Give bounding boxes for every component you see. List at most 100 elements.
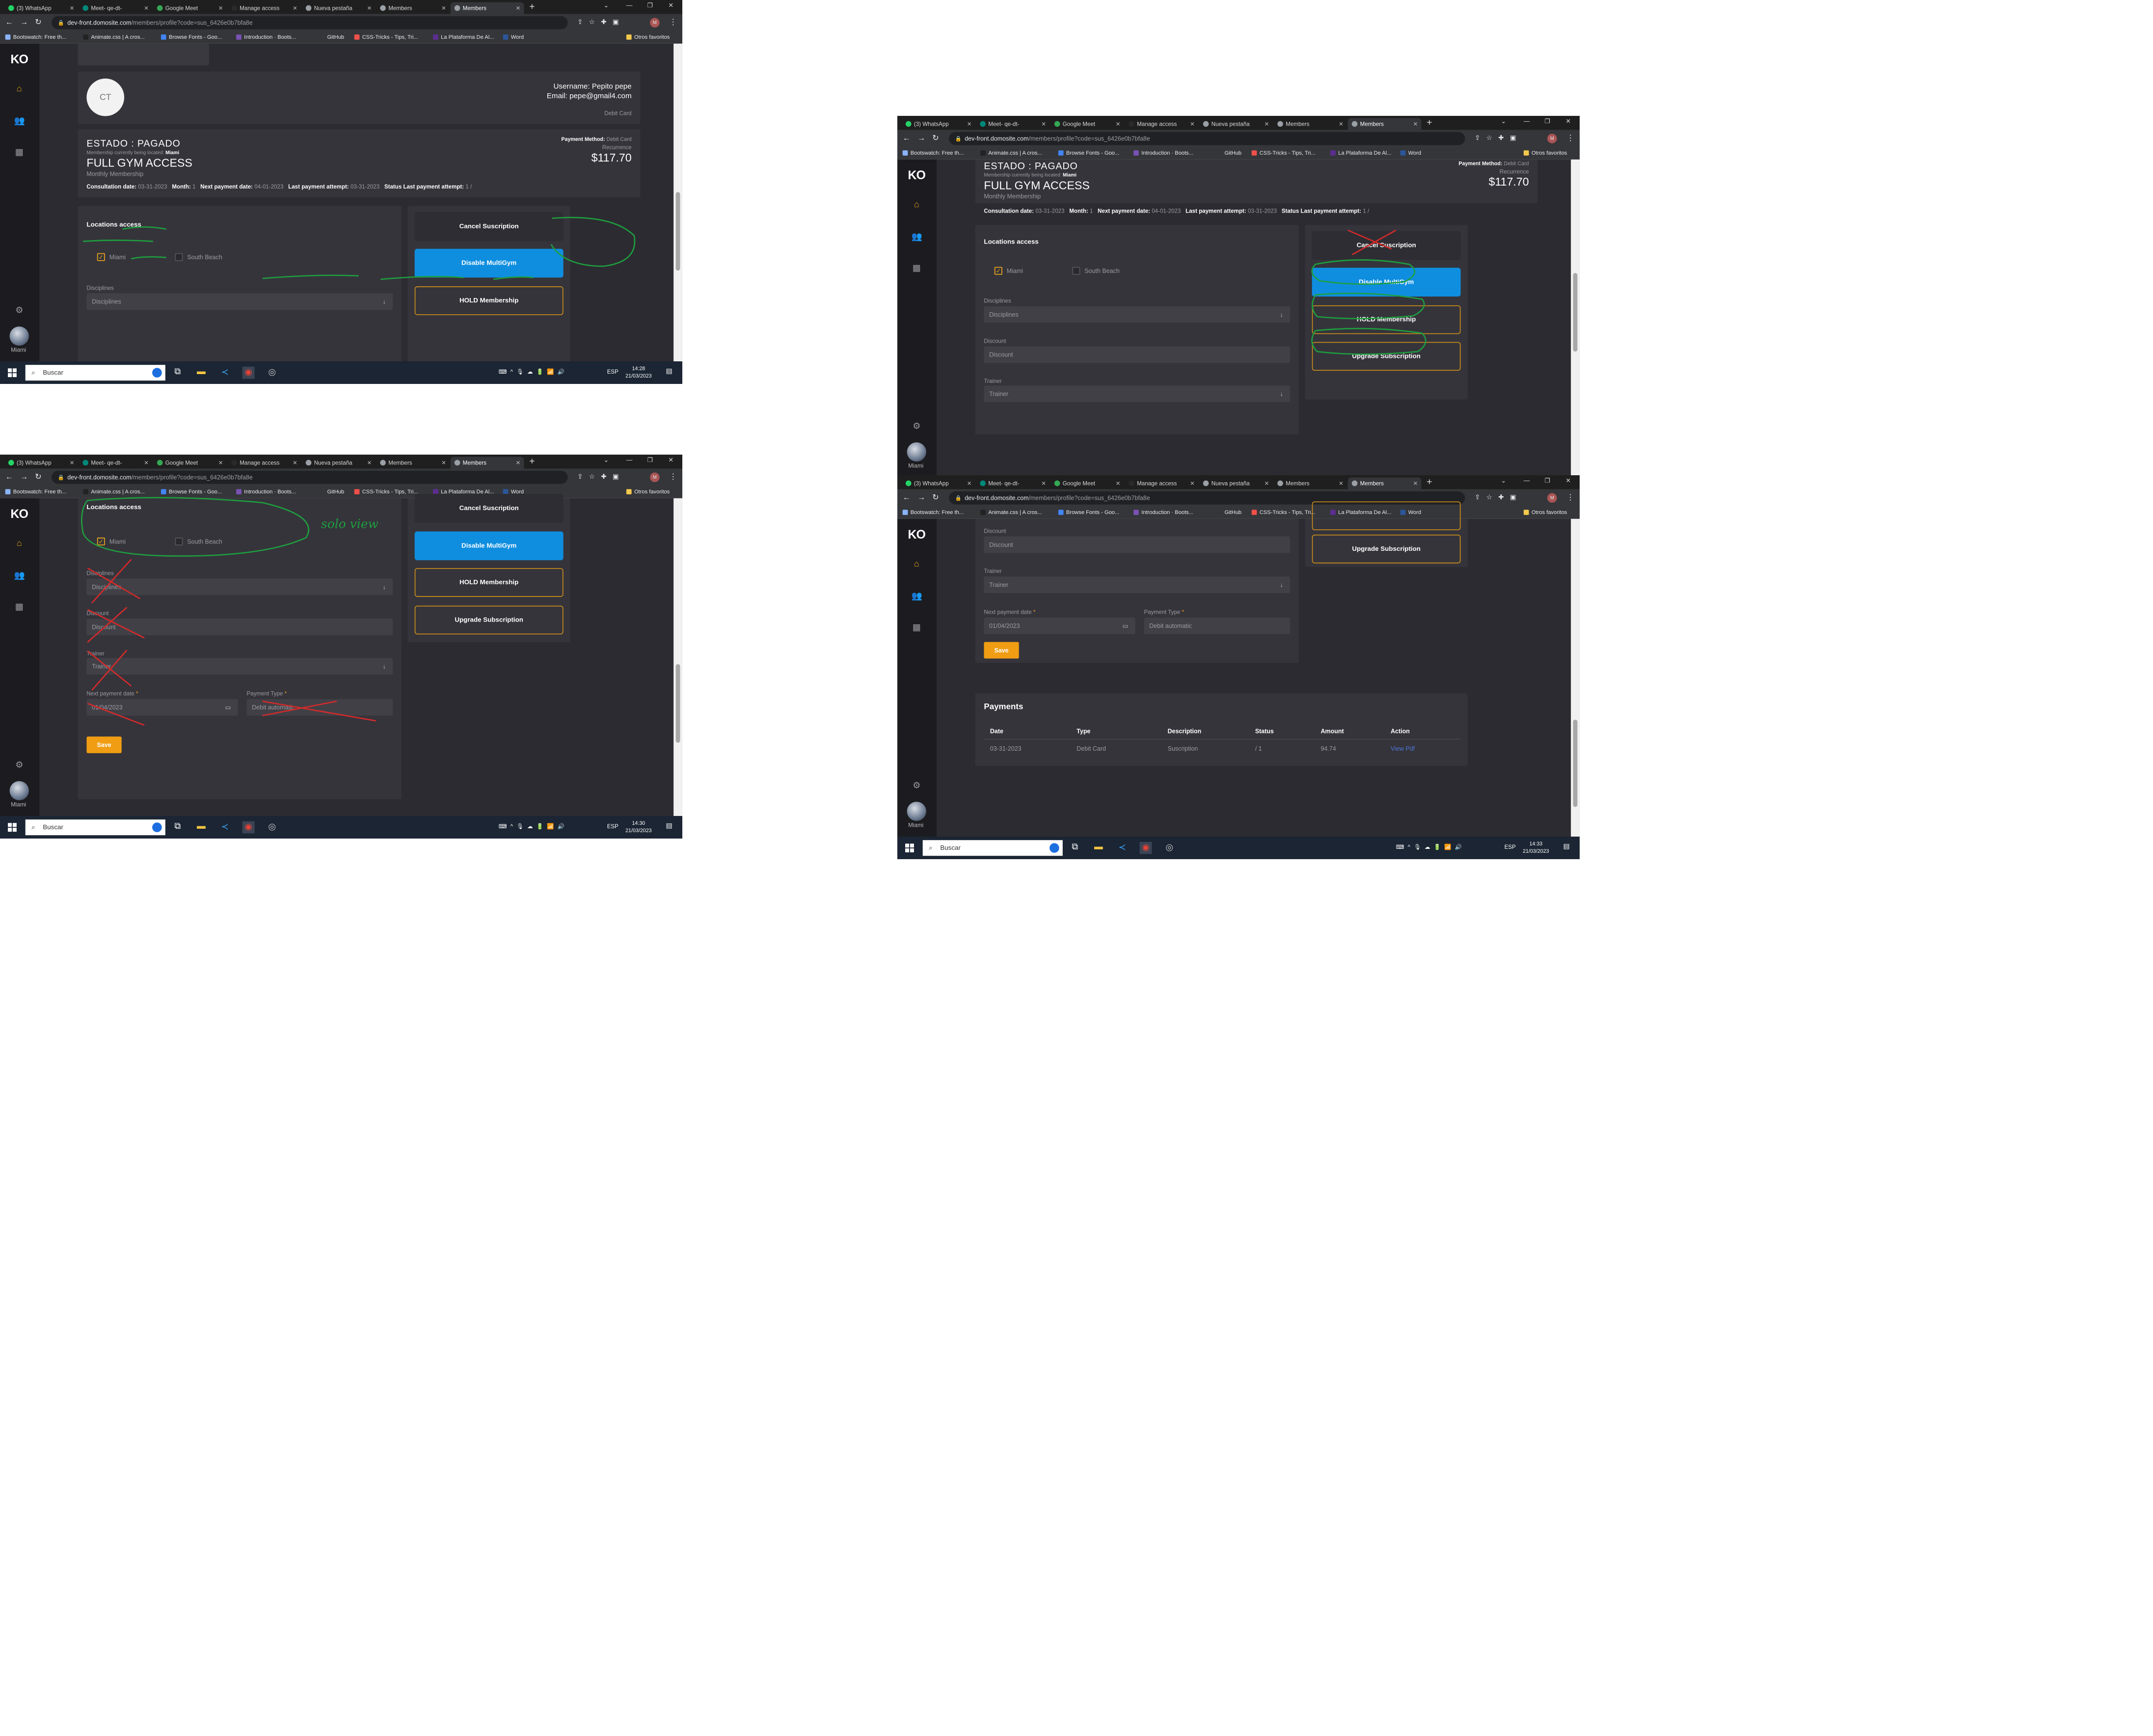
disable-multigym-button[interactable]: Disable MultiGym — [1312, 268, 1461, 297]
home-icon[interactable]: ⌂ — [14, 84, 25, 94]
browser-tab[interactable]: Manage access ✕ — [1125, 118, 1198, 130]
chrome-icon[interactable]: ◉ — [242, 821, 255, 834]
close-icon[interactable]: ✕ — [441, 457, 446, 468]
vscode-icon[interactable]: ≺ — [219, 367, 231, 379]
browser-tab[interactable]: Meet- qe-dt- ✕ — [976, 477, 1050, 489]
new-tab-icon[interactable]: + — [1426, 117, 1432, 128]
bookmark[interactable]: Bootswatch: Free th... — [902, 150, 964, 156]
bookmark[interactable]: GitHub — [1216, 150, 1241, 156]
upgrade-subscription-button[interactable]: Upgrade Subscription — [414, 605, 564, 635]
browser-tab[interactable]: Members ✕ — [1273, 118, 1347, 130]
bookmark[interactable]: Browse Fonts - Goo... — [161, 34, 222, 40]
browser-tab[interactable]: (3) WhatsApp ✕ — [902, 118, 975, 130]
trainer-select[interactable]: Trainer ↓ — [984, 385, 1291, 403]
bookmark[interactable]: Word — [1400, 150, 1421, 156]
profile-avatar-icon[interactable]: M — [1547, 134, 1557, 144]
profile-avatar-icon[interactable]: M — [650, 472, 660, 483]
hold-membership-button[interactable]: HOLD Membership — [1312, 305, 1461, 334]
browser-tab[interactable]: Manage access ✕ — [227, 457, 301, 468]
browser-tab[interactable]: Manage access ✕ — [1125, 477, 1198, 489]
disciplines-select[interactable]: Disciplines ↓ — [86, 578, 393, 596]
minimize-icon[interactable]: — — [1524, 118, 1530, 125]
close-icon[interactable]: ✕ — [1339, 118, 1344, 130]
avatar[interactable] — [9, 781, 29, 801]
close-icon[interactable]: ✕ — [1041, 477, 1046, 489]
windows-start-icon[interactable] — [8, 823, 17, 832]
restore-icon[interactable]: ❐ — [647, 2, 653, 9]
taskbar-search[interactable]: ⌕ Buscar — [922, 840, 1063, 856]
profile-avatar-icon[interactable]: M — [650, 18, 660, 28]
browser-tab[interactable]: (3) WhatsApp ✕ — [902, 477, 975, 489]
scrollbar-thumb[interactable] — [675, 192, 680, 271]
disable-multigym-button[interactable]: Disable MultiGym — [414, 531, 564, 561]
bookmark[interactable]: Animate.css | A cros... — [980, 150, 1042, 156]
save-button[interactable]: Save — [984, 642, 1019, 659]
bookmark[interactable]: GitHub — [319, 34, 344, 40]
task-view-icon[interactable]: ⧉ — [171, 367, 184, 379]
browser-tab[interactable]: Members ✕ — [376, 2, 450, 14]
browser-tab[interactable]: Google Meet ✕ — [1050, 118, 1124, 130]
vscode-icon[interactable]: ≺ — [1116, 842, 1129, 854]
bookmark[interactable]: Animate.css | A cros... — [980, 509, 1042, 515]
close-icon[interactable]: ✕ — [1265, 118, 1269, 130]
vscode-icon[interactable]: ≺ — [219, 821, 231, 834]
taskbar-search[interactable]: ⌕ Buscar — [25, 819, 165, 836]
browser-tab[interactable]: Meet- qe-dt- ✕ — [79, 2, 152, 14]
discount-input[interactable]: Discount — [984, 536, 1291, 553]
restore-icon[interactable]: ❐ — [1545, 477, 1550, 485]
close-icon[interactable]: ✕ — [293, 457, 297, 468]
restore-icon[interactable]: ❐ — [647, 457, 653, 464]
browser-tab[interactable]: Nueva pestaña ✕ — [302, 2, 376, 14]
scrollbar[interactable] — [673, 43, 682, 362]
close-icon[interactable]: ✕ — [70, 2, 75, 14]
taskbar-clock[interactable]: 14:30 21/03/2023 — [621, 819, 656, 834]
reload-icon[interactable]: ↻ — [35, 472, 41, 482]
close-icon[interactable]: ✕ — [1190, 118, 1195, 130]
forward-icon[interactable]: → — [917, 493, 925, 502]
bookmark[interactable]: Introduction · Boots... — [1133, 509, 1193, 515]
scrollbar-thumb[interactable] — [675, 664, 680, 743]
address-bar[interactable]: 🔒 dev-front.domosite.com/members/profile?… — [52, 16, 568, 29]
system-tray-icons[interactable]: ⌨^🎙☁🔋📶🔊 — [499, 368, 568, 375]
close-icon[interactable]: ✕ — [1413, 118, 1418, 130]
other-bookmarks[interactable]: Otros favoritos — [1523, 509, 1567, 515]
minimize-icon[interactable]: — — [1524, 477, 1530, 484]
location-checkbox-miami[interactable]: ✓ — [97, 537, 105, 545]
close-icon[interactable]: ✕ — [144, 457, 149, 468]
reload-icon[interactable]: ↻ — [932, 493, 939, 502]
avatar[interactable] — [907, 442, 926, 462]
taskbar-search[interactable]: ⌕ Buscar — [25, 365, 165, 381]
toolbar-extension-icons[interactable]: ⇪☆✚▣ — [1475, 134, 1522, 141]
disciplines-select[interactable]: Disciplines ↓ — [984, 306, 1291, 323]
toolbar-extension-icons[interactable]: ⇪☆✚▣ — [577, 18, 625, 26]
back-icon[interactable]: ← — [903, 134, 911, 143]
file-explorer-icon[interactable]: ▬ — [195, 367, 207, 379]
notifications-icon[interactable]: ▤ — [1561, 842, 1573, 854]
users-icon[interactable]: 👥 — [912, 231, 922, 242]
reload-icon[interactable]: ↻ — [35, 18, 41, 27]
bookmark[interactable]: Introduction · Boots... — [236, 34, 296, 40]
hold-membership-button[interactable] — [1312, 501, 1461, 531]
app-icon[interactable]: ◎ — [266, 367, 278, 379]
avatar[interactable] — [9, 326, 29, 346]
building-icon[interactable]: ▦ — [14, 601, 25, 612]
payment-type-input[interactable]: Debit automatic — [246, 699, 393, 716]
bookmark[interactable]: La Plataforma De Al... — [433, 34, 494, 40]
close-icon[interactable]: ✕ — [1565, 118, 1570, 125]
browser-tab[interactable]: Manage access ✕ — [227, 2, 301, 14]
calendar-icon[interactable]: ▭ — [225, 699, 231, 716]
chrome-icon[interactable]: ◉ — [1139, 841, 1152, 854]
app-icon[interactable]: ◎ — [1163, 842, 1176, 854]
forward-icon[interactable]: → — [917, 134, 925, 143]
menu-icon[interactable]: ⋮ — [669, 472, 677, 482]
gear-icon[interactable]: ⚙ — [912, 421, 922, 431]
cancel-subscription-button[interactable]: Cancel Suscription — [414, 212, 564, 241]
bookmark[interactable]: Introduction · Boots... — [236, 488, 296, 495]
building-icon[interactable]: ▦ — [912, 263, 922, 273]
browser-tab[interactable]: Google Meet ✕ — [153, 2, 227, 14]
building-icon[interactable]: ▦ — [14, 147, 25, 157]
task-view-icon[interactable]: ⧉ — [171, 821, 184, 834]
view-pdf-link[interactable]: View Pdf — [1391, 745, 1415, 752]
bookmark[interactable]: Browse Fonts - Goo... — [161, 488, 222, 495]
close-icon[interactable]: ✕ — [1339, 477, 1344, 489]
